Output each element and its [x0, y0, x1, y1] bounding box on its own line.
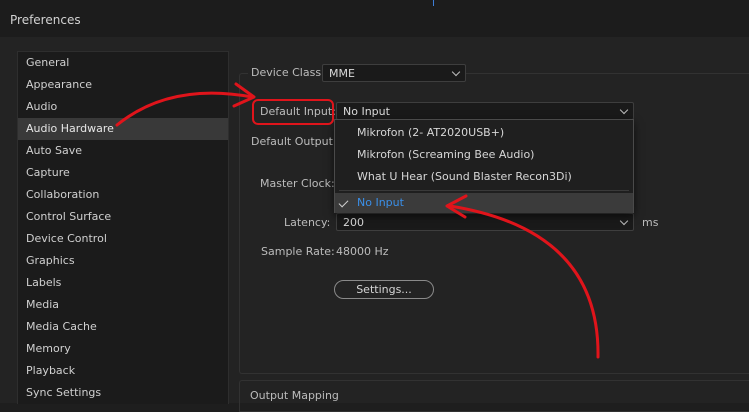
sidebar-item-sync-settings[interactable]: Sync Settings — [18, 382, 228, 404]
sidebar-item-appearance[interactable]: Appearance — [18, 74, 228, 96]
latency-unit: ms — [642, 216, 659, 229]
checkmark-icon — [338, 197, 349, 208]
chevron-down-icon — [619, 216, 629, 226]
sidebar-item-auto-save[interactable]: Auto Save — [18, 140, 228, 162]
window-title: Preferences — [10, 13, 81, 27]
sidebar-item-capture[interactable]: Capture — [18, 162, 228, 184]
dropdown-option-mikrofon-at2020usb[interactable]: Mikrofon (2- AT2020USB+) — [335, 122, 633, 144]
sidebar-item-control-surface[interactable]: Control Surface — [18, 206, 228, 228]
latency-label: Latency: — [284, 216, 331, 229]
sidebar-item-device-control[interactable]: Device Control — [18, 228, 228, 250]
dropdown-divider — [339, 190, 629, 191]
device-class-select[interactable]: MME — [322, 64, 466, 82]
chevron-down-icon — [451, 67, 461, 77]
dropdown-option-mikrofon-screaming-bee[interactable]: Mikrofon (Screaming Bee Audio) — [335, 144, 633, 166]
sidebar-item-audio[interactable]: Audio — [18, 96, 228, 118]
latency-value: 200 — [343, 216, 364, 229]
default-output-label: Default Output: — [251, 135, 337, 148]
master-clock-label: Master Clock: — [260, 177, 335, 190]
dropdown-option-no-input-label: No Input — [357, 196, 404, 209]
settings-button[interactable]: Settings... — [334, 280, 434, 299]
dropdown-option-no-input[interactable]: No Input — [335, 193, 633, 213]
sidebar-item-collaboration[interactable]: Collaboration — [18, 184, 228, 206]
annotation-highlight-box — [252, 99, 334, 125]
output-mapping-label: Output Mapping — [247, 389, 342, 402]
preferences-sidebar: General Appearance Audio Audio Hardware … — [17, 51, 229, 404]
sidebar-item-playback[interactable]: Playback — [18, 360, 228, 382]
sidebar-item-media[interactable]: Media — [18, 294, 228, 316]
device-class-label: Device Class: — [248, 66, 328, 79]
sample-rate-label: Sample Rate: — [261, 245, 335, 258]
default-input-value: No Input — [343, 105, 390, 118]
sidebar-item-audio-hardware[interactable]: Audio Hardware — [18, 118, 228, 140]
sidebar-item-labels[interactable]: Labels — [18, 272, 228, 294]
default-input-dropdown-menu: Mikrofon (2- AT2020USB+) Mikrofon (Screa… — [334, 119, 634, 213]
chevron-down-icon — [619, 105, 629, 115]
device-class-value: MME — [329, 67, 355, 80]
sidebar-item-general[interactable]: General — [18, 52, 228, 74]
title-accent-line — [433, 0, 434, 6]
latency-select[interactable]: 200 — [336, 213, 634, 231]
default-input-select[interactable]: No Input — [336, 102, 634, 120]
dropdown-option-what-u-hear[interactable]: What U Hear (Sound Blaster Recon3Di) — [335, 166, 633, 188]
sample-rate-value: 48000 Hz — [336, 245, 389, 258]
sidebar-item-graphics[interactable]: Graphics — [18, 250, 228, 272]
title-bar: Preferences — [0, 0, 749, 38]
sidebar-item-memory[interactable]: Memory — [18, 338, 228, 360]
sidebar-item-media-cache[interactable]: Media Cache — [18, 316, 228, 338]
